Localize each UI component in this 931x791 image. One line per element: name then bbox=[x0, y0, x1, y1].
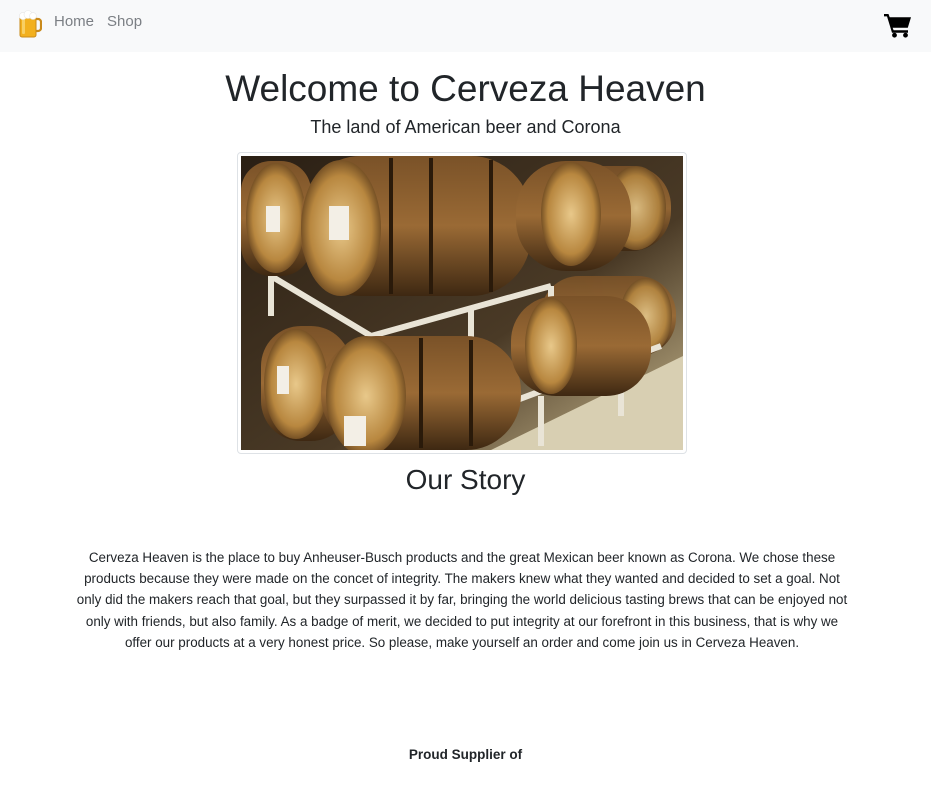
beer-mug-icon[interactable] bbox=[18, 9, 42, 39]
page-subtitle: The land of American beer and Corona bbox=[310, 117, 621, 137]
navbar: Home Shop bbox=[0, 0, 931, 52]
barrels-image bbox=[241, 156, 683, 450]
nav-link-home[interactable]: Home bbox=[54, 13, 94, 31]
our-story-paragraph: Cerveza Heaven is the place to buy Anheu… bbox=[76, 550, 848, 650]
page-title: Welcome to Cerveza Heaven bbox=[225, 68, 706, 109]
our-story-heading: Our Story bbox=[405, 464, 526, 495]
nav-link-shop[interactable]: Shop bbox=[107, 13, 142, 31]
shopping-cart-icon[interactable] bbox=[884, 12, 912, 38]
hero-image-frame bbox=[237, 152, 687, 454]
supplier-heading: Proud Supplier of bbox=[408, 747, 523, 762]
